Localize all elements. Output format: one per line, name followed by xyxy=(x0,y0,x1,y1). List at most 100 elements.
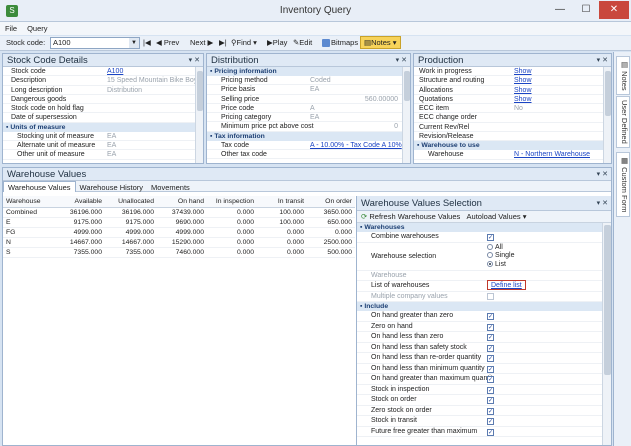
close-button[interactable]: ✕ xyxy=(599,1,629,19)
edit-label: Edit xyxy=(299,38,313,47)
window-title: Inventory Query xyxy=(279,5,352,16)
stock-code-value: A100 xyxy=(53,38,71,47)
include-row: On hand greater than maximum quantit ✓ xyxy=(357,374,611,385)
section-warehouse-to-use[interactable]: ▪ Warehouse to use xyxy=(414,141,611,151)
play-button[interactable]: ▶Play xyxy=(267,38,287,47)
notes-button[interactable]: ▤Notes ▾ xyxy=(360,36,401,49)
prev-button[interactable]: ◀ Prev xyxy=(156,38,179,47)
section-include[interactable]: ▪ Include xyxy=(357,302,611,311)
define-list-link[interactable]: Define list xyxy=(491,282,522,289)
warehouse-row: Warehouse xyxy=(357,271,611,281)
col-on-order[interactable]: On order xyxy=(307,196,355,208)
edit-button[interactable]: ✎Edit xyxy=(293,38,312,47)
col-in-inspection[interactable]: In inspection xyxy=(207,196,257,208)
include-row: On hand less than minimum quantity ✓ xyxy=(357,364,611,374)
detail-row: Long description Distribution xyxy=(3,86,203,95)
include-checkbox[interactable]: ✓ xyxy=(487,313,494,320)
multiple-company-checkbox[interactable] xyxy=(487,292,494,300)
include-checkbox[interactable]: ✓ xyxy=(487,344,494,352)
include-checkbox[interactable]: ✓ xyxy=(487,428,494,436)
col-available[interactable]: Available xyxy=(59,196,105,208)
warehouse-values-pane: Warehouse Values ▾ ✕ Warehouse Values Ware… xyxy=(2,167,612,446)
table-row[interactable]: Combined 36196.000 36196.000 37439.000 0.000… xyxy=(3,207,355,218)
show-link[interactable]: Show xyxy=(514,95,532,104)
section-units[interactable]: ▪ Units of measure xyxy=(3,122,203,132)
next-button[interactable]: Next ▶ xyxy=(190,38,213,47)
show-link[interactable]: Show xyxy=(514,86,532,95)
section-pricing[interactable]: ▪ Pricing information xyxy=(207,67,410,76)
include-row: On hand less than zero ✓ xyxy=(357,332,611,343)
include-checkbox[interactable]: ✓ xyxy=(487,365,494,373)
include-row: Zero stock on order ✓ xyxy=(357,406,611,416)
col-unallocated[interactable]: Unallocated xyxy=(105,196,157,208)
production-pane: Production ▾ ✕ Work in progress Show Struc… xyxy=(413,53,612,164)
menu-file[interactable]: File xyxy=(0,22,22,35)
show-link[interactable]: Show xyxy=(514,76,532,85)
pin-icon[interactable]: ▾ ✕ xyxy=(597,54,608,67)
warehouse-link[interactable]: N - Northern Warehouse xyxy=(514,150,590,159)
table-row[interactable]: FG 4999.000 4999.000 4999.000 0.000 0.000 0.00… xyxy=(3,227,355,238)
list-of-warehouses-row: List of warehouses Define list xyxy=(357,280,611,292)
include-checkbox[interactable]: ✓ xyxy=(487,355,494,362)
col-warehouse[interactable]: Warehouse xyxy=(3,196,59,208)
table-row[interactable]: S 7355.000 7355.000 7460.000 0.000 0.000 500.0… xyxy=(3,247,355,258)
include-checkbox[interactable]: ✓ xyxy=(487,418,494,425)
maximize-button[interactable]: ☐ xyxy=(574,1,598,19)
include-checkbox[interactable]: ✓ xyxy=(487,334,494,341)
combine-checkbox[interactable]: ✓ xyxy=(487,234,494,241)
stock-code-details-pane: Stock Code Details ▾ ✕ Stock code A100 Des… xyxy=(2,53,204,164)
detail-row: Tax code A - 10.00% - Tax Code A 10% xyxy=(207,141,410,151)
refresh-button[interactable]: ⟳ Refresh Warehouse Values xyxy=(361,212,460,221)
bitmaps-label: Bitmaps xyxy=(331,38,359,47)
menu-query[interactable]: Query xyxy=(22,22,52,35)
find-button[interactable]: ⚲Find ▾ xyxy=(231,38,257,47)
radio-single[interactable]: Single xyxy=(487,252,514,261)
next-label: Next xyxy=(190,38,206,47)
last-icon[interactable]: ▶| xyxy=(219,38,227,47)
table-row[interactable]: E 9175.000 9175.000 9690.000 0.000 100.000 650… xyxy=(3,217,355,228)
include-checkbox[interactable]: ✓ xyxy=(487,397,494,404)
col-on-hand[interactable]: On hand xyxy=(157,196,207,208)
table-row[interactable]: N 14667.000 14667.000 15290.000 0.000 0.000 25… xyxy=(3,237,355,248)
section-tax[interactable]: ▪ Tax information xyxy=(207,131,410,141)
radio-all[interactable]: All xyxy=(487,244,514,253)
vertical-scrollbar[interactable] xyxy=(602,223,611,445)
pin-icon[interactable]: ▾ ✕ xyxy=(597,168,608,181)
tab-movements[interactable]: Movements xyxy=(147,182,194,193)
stock-code-input[interactable]: A100 ▼ xyxy=(50,37,140,49)
multiple-company-row: Multiple company values xyxy=(357,292,611,302)
stock-code-label: Stock code: xyxy=(6,38,46,47)
tab-warehouse-history[interactable]: Warehouse History xyxy=(76,182,148,193)
first-icon[interactable]: |◀ xyxy=(143,38,151,47)
tab-notes[interactable]: ▤ Notes xyxy=(616,56,630,95)
tab-custom-form[interactable]: ▦ Custom Form xyxy=(616,152,630,217)
tax-code-link[interactable]: A - 10.00% - Tax Code A 10% xyxy=(310,141,402,150)
vertical-scrollbar[interactable] xyxy=(603,67,611,163)
autoload-button[interactable]: Autoload Values ▾ xyxy=(467,212,527,221)
chevron-down-icon[interactable]: ▼ xyxy=(129,38,139,48)
stock-code-link[interactable]: A100 xyxy=(107,67,123,76)
detail-row: Other unit of measure EA xyxy=(3,150,203,160)
tab-warehouse-values[interactable]: Warehouse Values xyxy=(3,181,76,192)
detail-row: Stock code on hold flag xyxy=(3,104,203,114)
notes-label: Notes xyxy=(371,38,391,47)
vertical-scrollbar[interactable] xyxy=(402,67,410,163)
minimize-button[interactable]: — xyxy=(548,1,572,19)
vertical-scrollbar[interactable] xyxy=(195,67,203,163)
bitmaps-button[interactable]: Bitmaps xyxy=(322,38,359,48)
title-bar: S Inventory Query — ☐ ✕ xyxy=(0,0,631,22)
side-tab-strip: ▤ Notes User Defined ▦ Custom Form xyxy=(613,52,631,446)
show-link[interactable]: Show xyxy=(514,67,532,76)
pin-icon[interactable]: ▾ ✕ xyxy=(597,196,608,211)
section-warehouses[interactable]: ▪ Warehouses xyxy=(357,223,611,232)
include-checkbox[interactable]: ✓ xyxy=(487,323,494,331)
include-checkbox[interactable]: ✓ xyxy=(487,376,494,383)
radio-list[interactable]: List xyxy=(487,261,514,270)
col-in-transit[interactable]: In transit xyxy=(257,196,307,208)
pin-icon[interactable]: ▾ ✕ xyxy=(396,54,407,67)
pin-icon[interactable]: ▾ ✕ xyxy=(189,54,200,67)
detail-row: Allocations Show xyxy=(414,86,611,95)
include-checkbox[interactable]: ✓ xyxy=(487,407,494,415)
include-checkbox[interactable]: ✓ xyxy=(487,386,494,394)
tab-user-defined[interactable]: User Defined xyxy=(616,96,630,148)
